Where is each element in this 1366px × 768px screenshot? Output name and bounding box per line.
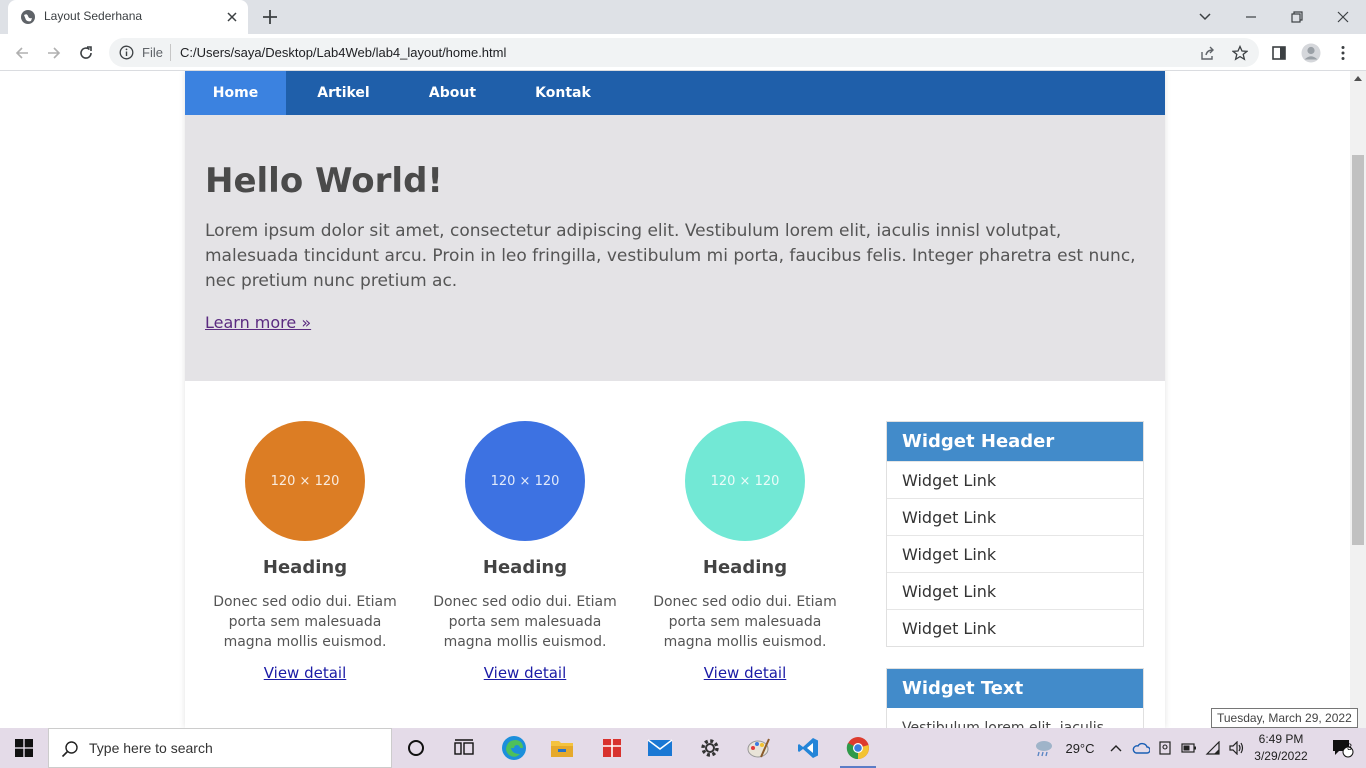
weather-rain-icon[interactable] bbox=[1030, 728, 1058, 768]
url-text[interactable]: C:/Users/saya/Desktop/Lab4Web/lab4_layou… bbox=[180, 45, 506, 60]
main-navbar: Home Artikel About Kontak bbox=[185, 71, 1165, 115]
hero-section: Hello World! Lorem ipsum dolor sit amet,… bbox=[185, 115, 1165, 381]
feature-card: 120 × 120 Heading Donec sed odio dui. Et… bbox=[425, 421, 625, 682]
taskbar-search-box[interactable]: Type here to search bbox=[48, 728, 392, 768]
card-heading: Heading bbox=[702, 557, 788, 578]
card-image-placeholder: 120 × 120 bbox=[685, 421, 805, 541]
widget-link[interactable]: Widget Link bbox=[887, 461, 1143, 498]
chevron-up-icon[interactable] bbox=[1106, 728, 1126, 768]
page-scrollbar[interactable] bbox=[1350, 71, 1366, 728]
share-icon[interactable] bbox=[1197, 42, 1219, 64]
taskbar-search-placeholder: Type here to search bbox=[89, 740, 213, 756]
profile-avatar-icon[interactable] bbox=[1300, 42, 1322, 64]
hero-lead-text: Lorem ipsum dolor sit amet, consectetur … bbox=[205, 221, 1136, 291]
widget-text-header: Widget Text bbox=[887, 669, 1143, 708]
side-panel-icon[interactable] bbox=[1268, 42, 1290, 64]
reload-icon[interactable] bbox=[75, 42, 97, 64]
tab-search-icon[interactable] bbox=[1182, 0, 1228, 34]
search-icon bbox=[61, 740, 79, 762]
wifi-icon[interactable] bbox=[1202, 728, 1224, 768]
temperature-label[interactable]: 29°C bbox=[1060, 728, 1100, 768]
widget-link[interactable]: Widget Link bbox=[887, 572, 1143, 609]
scroll-up-arrow-icon[interactable] bbox=[1354, 76, 1362, 81]
nav-about[interactable]: About bbox=[401, 71, 504, 115]
card-text: Donec sed odio dui. Etiam porta sem male… bbox=[653, 594, 837, 650]
file-explorer-icon[interactable] bbox=[538, 728, 586, 768]
address-bar[interactable]: File C:/Users/saya/Desktop/Lab4Web/lab4_… bbox=[109, 38, 1259, 67]
vscode-icon[interactable] bbox=[784, 728, 832, 768]
taskbar-clock[interactable]: 6:49 PM 3/29/2022 bbox=[1248, 731, 1314, 765]
widget-text-box: Widget Text Vestibulum lorem elit, iacul… bbox=[886, 668, 1144, 728]
mail-icon[interactable] bbox=[636, 728, 684, 768]
browser-toolbar: File C:/Users/saya/Desktop/Lab4Web/lab4_… bbox=[0, 34, 1366, 71]
task-view-icon[interactable] bbox=[440, 728, 488, 768]
notification-center-icon[interactable]: 3 bbox=[1320, 728, 1366, 768]
page-container: Home Artikel About Kontak Hello World! L… bbox=[185, 71, 1165, 728]
card-image-label: 120 × 120 bbox=[710, 473, 780, 489]
clock-date: 3/29/2022 bbox=[1254, 749, 1308, 763]
clock-time: 6:49 PM bbox=[1258, 732, 1304, 746]
widget-link[interactable]: Widget Link bbox=[887, 498, 1143, 535]
browser-tab[interactable]: Layout Sederhana bbox=[8, 0, 248, 34]
view-detail-link[interactable]: View detail bbox=[704, 664, 787, 682]
windows-taskbar: Type here to search 29°C 6:49 PM 3/29/20… bbox=[0, 728, 1366, 768]
forward-arrow-icon[interactable] bbox=[43, 42, 65, 64]
card-image-placeholder: 120 × 120 bbox=[465, 421, 585, 541]
new-tab-icon[interactable] bbox=[258, 7, 282, 27]
date-tooltip: Tuesday, March 29, 2022 bbox=[1211, 708, 1358, 728]
tab-title: Layout Sederhana bbox=[44, 9, 143, 23]
feature-card: 120 × 120 Heading Donec sed odio dui. Et… bbox=[205, 421, 405, 682]
learn-more-link[interactable]: Learn more » bbox=[205, 313, 311, 332]
volume-icon[interactable] bbox=[1226, 728, 1248, 768]
view-detail-link[interactable]: View detail bbox=[484, 664, 567, 682]
gift-app-icon[interactable] bbox=[588, 728, 636, 768]
onedrive-cloud-icon[interactable] bbox=[1130, 728, 1152, 768]
notification-count: 3 bbox=[1347, 742, 1353, 752]
widget-links-box: Widget Header Widget Link Widget Link Wi… bbox=[886, 421, 1144, 647]
browser-tabstrip: Layout Sederhana bbox=[0, 0, 1366, 34]
windows-start-icon[interactable] bbox=[0, 728, 48, 768]
feature-card: 120 × 120 Heading Donec sed odio dui. Et… bbox=[645, 421, 845, 682]
chrome-icon[interactable] bbox=[834, 728, 882, 768]
card-text: Donec sed odio dui. Etiam porta sem male… bbox=[433, 594, 617, 650]
card-image-placeholder: 120 × 120 bbox=[245, 421, 365, 541]
info-icon[interactable] bbox=[119, 45, 134, 60]
card-heading: Heading bbox=[262, 557, 348, 578]
page-viewport: Home Artikel About Kontak Hello World! L… bbox=[0, 71, 1350, 728]
battery-icon[interactable] bbox=[1178, 728, 1200, 768]
bookmark-star-icon[interactable] bbox=[1229, 42, 1251, 64]
back-arrow-icon[interactable] bbox=[11, 42, 33, 64]
settings-gear-icon[interactable] bbox=[686, 728, 734, 768]
cortana-icon[interactable] bbox=[392, 728, 440, 768]
card-image-label: 120 × 120 bbox=[490, 473, 560, 489]
globe-icon bbox=[20, 9, 36, 25]
nav-home[interactable]: Home bbox=[185, 71, 286, 115]
paint-app-icon[interactable] bbox=[735, 728, 783, 768]
url-scheme-label: File bbox=[142, 45, 163, 60]
restore-icon[interactable] bbox=[1274, 0, 1320, 34]
widget-text-body: Vestibulum lorem elit, iaculis bbox=[902, 720, 1104, 728]
edge-browser-icon[interactable] bbox=[490, 728, 538, 768]
url-separator bbox=[170, 44, 171, 61]
menu-dots-icon[interactable] bbox=[1332, 42, 1354, 64]
widget-header: Widget Header bbox=[887, 422, 1143, 461]
meet-now-icon[interactable] bbox=[1155, 728, 1175, 768]
nav-kontak[interactable]: Kontak bbox=[504, 71, 622, 115]
card-image-label: 120 × 120 bbox=[270, 473, 340, 489]
hero-title: Hello World! bbox=[205, 161, 443, 201]
widget-link[interactable]: Widget Link bbox=[887, 609, 1143, 646]
minimize-icon[interactable] bbox=[1228, 0, 1274, 34]
close-window-icon[interactable] bbox=[1320, 0, 1366, 34]
tab-close-icon[interactable] bbox=[224, 9, 240, 25]
card-heading: Heading bbox=[482, 557, 568, 578]
nav-artikel[interactable]: Artikel bbox=[286, 71, 401, 115]
view-detail-link[interactable]: View detail bbox=[264, 664, 347, 682]
scrollbar-thumb[interactable] bbox=[1352, 155, 1364, 545]
card-text: Donec sed odio dui. Etiam porta sem male… bbox=[213, 594, 397, 650]
widget-link[interactable]: Widget Link bbox=[887, 535, 1143, 572]
